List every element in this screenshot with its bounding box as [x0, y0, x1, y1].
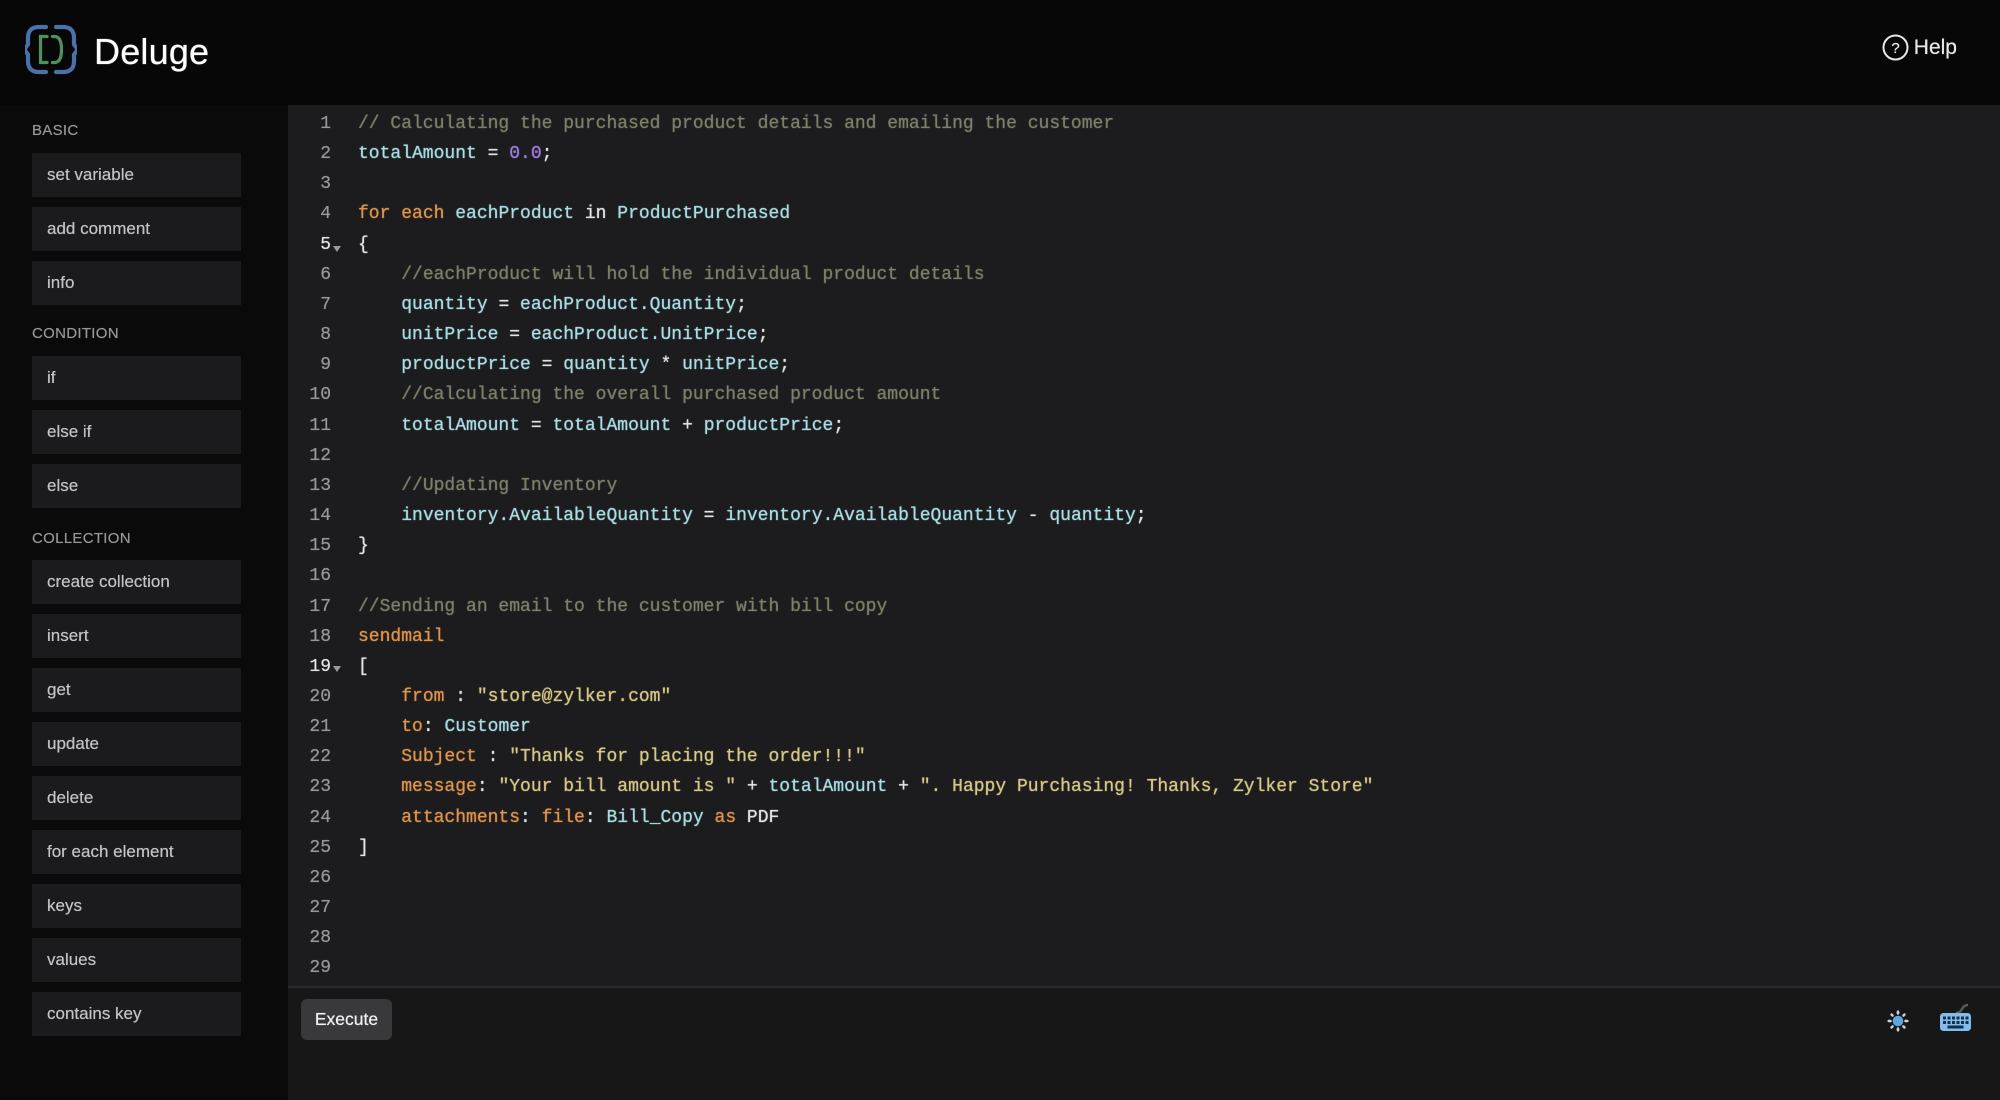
svg-text:?: ? — [1891, 40, 1899, 57]
